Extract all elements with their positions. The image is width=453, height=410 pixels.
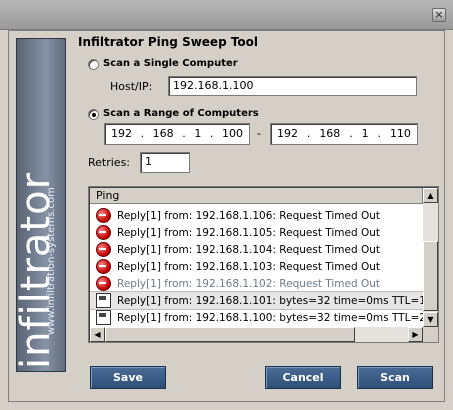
scrollbar-corner [423,327,438,342]
host-ip-input[interactable]: 192.168.1.100 [168,76,417,96]
scroll-up-button[interactable]: ▲ [423,188,438,203]
error-icon [96,242,111,257]
list-item[interactable]: Reply[1] from: 192.168.1.105: Request Ti… [90,224,423,241]
ip-octet: 168 [152,127,174,140]
error-icon [96,208,111,223]
single-computer-label: Scan a Single Computer [103,58,238,69]
ip-octet: 192 [111,127,132,140]
scroll-right-button[interactable]: ▶ [408,327,423,342]
list-item[interactable]: Reply[1] from: 192.168.1.106: Request Ti… [90,207,423,224]
scroll-down-button[interactable]: ▼ [423,312,438,327]
brand-logo-text: infiltrator [16,171,59,369]
close-button[interactable]: × [432,8,446,22]
retries-input[interactable]: 1 [140,152,190,173]
ip-octet: 168 [319,127,341,140]
scroll-left-button[interactable]: ◀ [90,327,105,342]
ip-octet: 1 [361,127,369,140]
ip-octet: 1 [194,127,202,140]
ping-column-header[interactable]: Ping [90,188,423,204]
title-bar[interactable] [0,0,453,30]
error-icon [96,225,111,240]
range-separator: - [257,127,261,140]
horizontal-scroll-thumb[interactable] [105,327,355,342]
single-computer-radio[interactable] [88,59,99,70]
ping-results-list[interactable]: Ping Reply[1] from: 192.168.1.106: Reque… [88,186,439,343]
error-icon [96,276,111,291]
ip-octet: 110 [389,127,411,140]
error-icon [96,259,111,274]
computer-icon [96,310,111,325]
range-end-ip-input[interactable]: 192. 168. 1. 110 [270,123,418,145]
save-button[interactable]: Save [90,366,166,389]
page-title: Infiltrator Ping Sweep Tool [78,35,259,49]
list-item[interactable]: Reply[1] from: 192.168.1.103: Request Ti… [90,258,423,275]
cancel-button[interactable]: Cancel [265,366,341,389]
list-item[interactable]: Reply[1] from: 192.168.1.100: bytes=32 t… [90,309,423,326]
computer-icon [96,293,111,308]
vertical-scroll-thumb[interactable] [423,241,438,311]
range-radio[interactable] [88,109,99,120]
scan-button[interactable]: Scan [357,366,433,389]
ip-octet: 192 [277,127,298,140]
retries-label: Retries: [88,156,131,169]
host-ip-label: Host/IP: [110,80,153,93]
list-item[interactable]: Reply[1] from: 192.168.1.102: Request Ti… [90,275,423,292]
brand-strip: www.infiltration-systems.com infiltrator [16,38,66,372]
list-item[interactable]: Reply[1] from: 192.168.1.104: Request Ti… [90,241,423,258]
list-item-selected[interactable]: Reply[1] from: 192.168.1.101: bytes=32 t… [90,291,423,310]
ip-octet: 100 [221,127,243,140]
range-label: Scan a Range of Computers [103,108,259,119]
range-start-ip-input[interactable]: 192. 168. 1. 100 [104,123,250,145]
